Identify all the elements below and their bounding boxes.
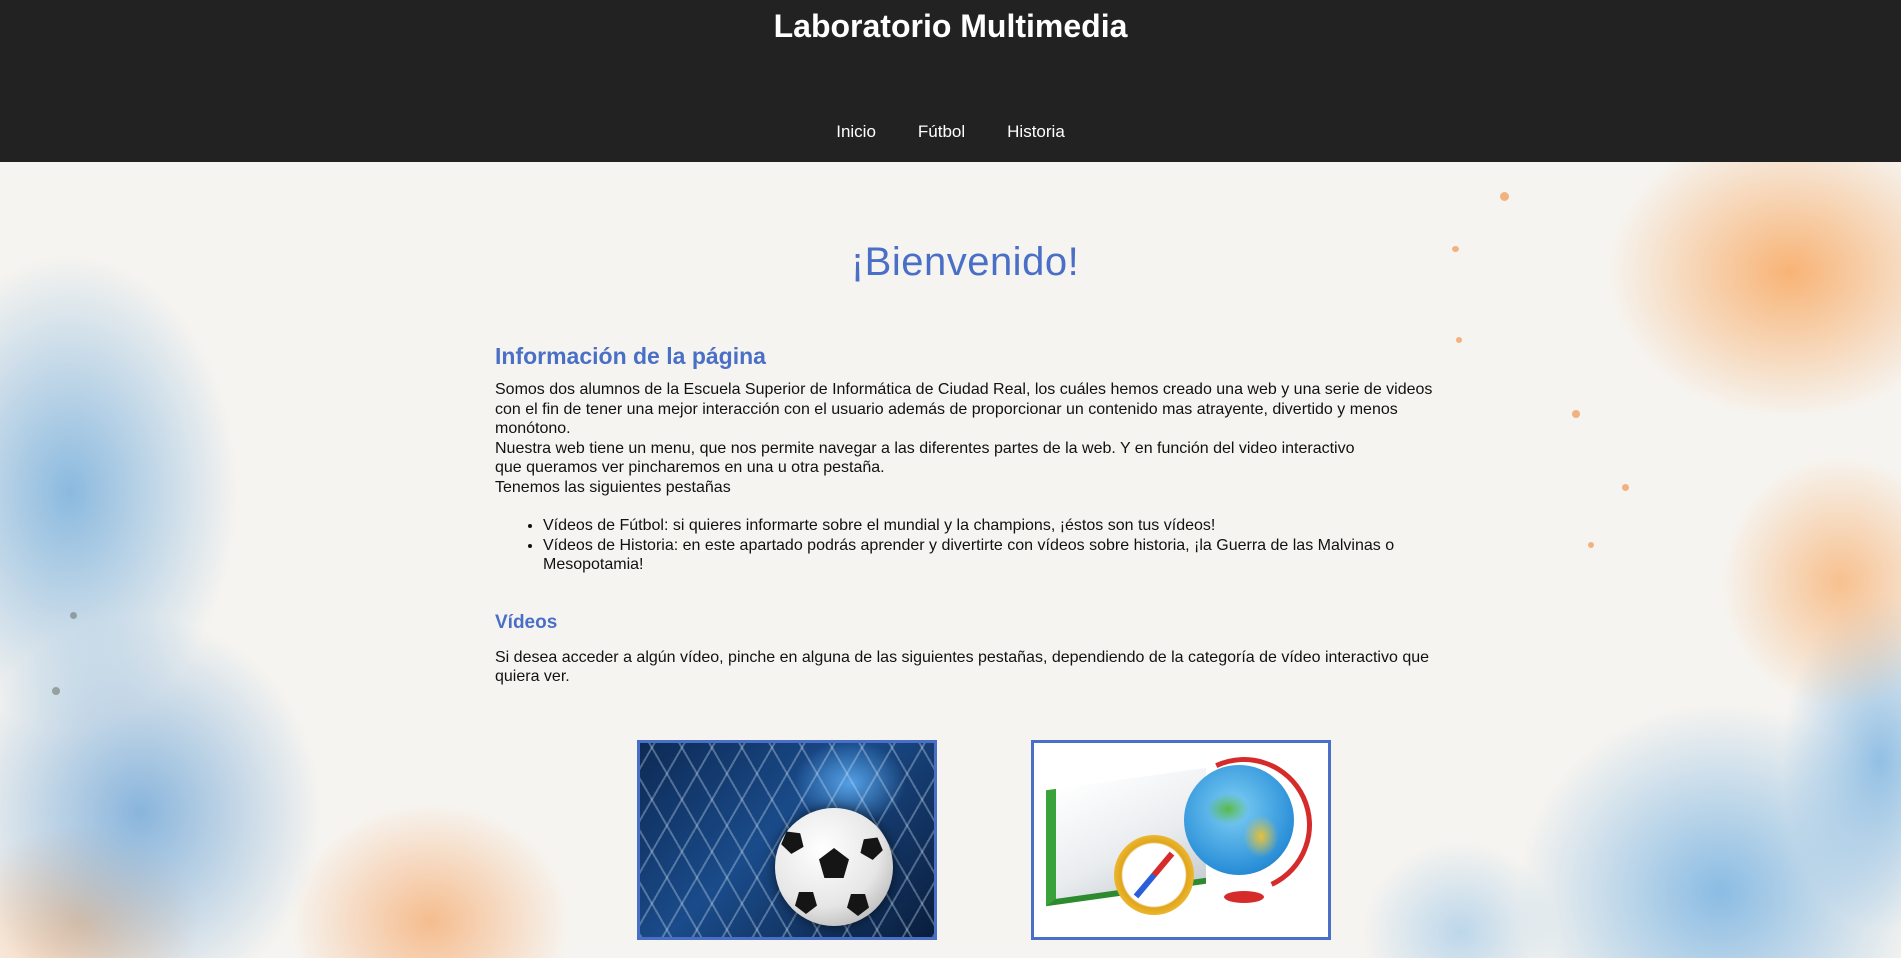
list-item: Vídeos de Historia: en este apartado pod… (543, 536, 1435, 575)
soccer-ball-icon (775, 808, 893, 926)
book-globe-compass-image (1034, 743, 1328, 937)
futbol-video-card[interactable] (637, 740, 937, 940)
tabs-list: Vídeos de Fútbol: si quieres informarte … (495, 516, 1435, 575)
videos-paragraph: Si desea acceder a algún vídeo, pinche e… (495, 648, 1430, 686)
nav-link-historia[interactable]: Historia (1007, 120, 1065, 144)
info-line: Somos dos alumnos de la Escuela Superior… (495, 381, 1433, 437)
videos-heading: Vídeos (495, 611, 558, 633)
historia-video-card[interactable] (1031, 740, 1331, 940)
info-line: que queramos ver pincharemos en una u ot… (495, 459, 885, 476)
site-header: Laboratorio Multimedia Inicio Fútbol His… (0, 0, 1901, 162)
soccer-ball-in-net-image (640, 743, 934, 937)
site-title: Laboratorio Multimedia (773, 8, 1128, 44)
video-category-cards (0, 740, 1901, 940)
globe-icon (1184, 765, 1294, 875)
info-line: Nuestra web tiene un menu, que nos permi… (495, 439, 1355, 457)
welcome-heading: ¡Bienvenido! (850, 240, 1080, 284)
nav-link-inicio[interactable]: Inicio (836, 120, 876, 144)
info-heading: Información de la página (495, 343, 766, 369)
info-line: Tenemos las siguientes pestañas (495, 478, 731, 496)
main-nav: Inicio Fútbol Historia (0, 120, 1901, 144)
main-content: ¡Bienvenido! Información de la página So… (495, 162, 1435, 687)
info-paragraph: Somos dos alumnos de la Escuela Superior… (495, 380, 1435, 497)
nav-link-futbol[interactable]: Fútbol (918, 120, 965, 144)
list-item: Vídeos de Fútbol: si quieres informarte … (543, 516, 1435, 536)
